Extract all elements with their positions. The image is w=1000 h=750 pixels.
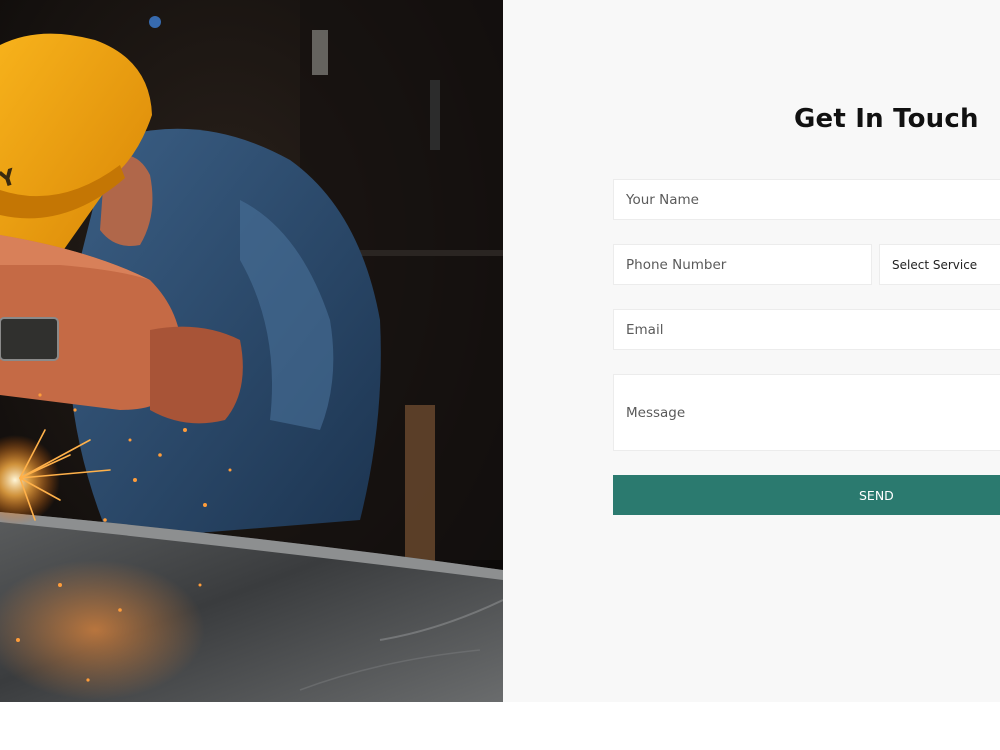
name-input[interactable]: [613, 179, 1000, 220]
contact-panel: Get In Touch Select Service SEND: [503, 0, 1000, 702]
service-select-value: Select Service: [892, 257, 978, 272]
send-button[interactable]: SEND: [613, 475, 1000, 515]
email-input[interactable]: [613, 309, 1000, 350]
welder-photo: Y: [0, 0, 503, 702]
phone-input[interactable]: [613, 244, 872, 285]
service-select[interactable]: Select Service: [879, 244, 1000, 285]
form-title: Get In Touch: [794, 104, 979, 134]
message-textarea[interactable]: [613, 374, 1000, 451]
